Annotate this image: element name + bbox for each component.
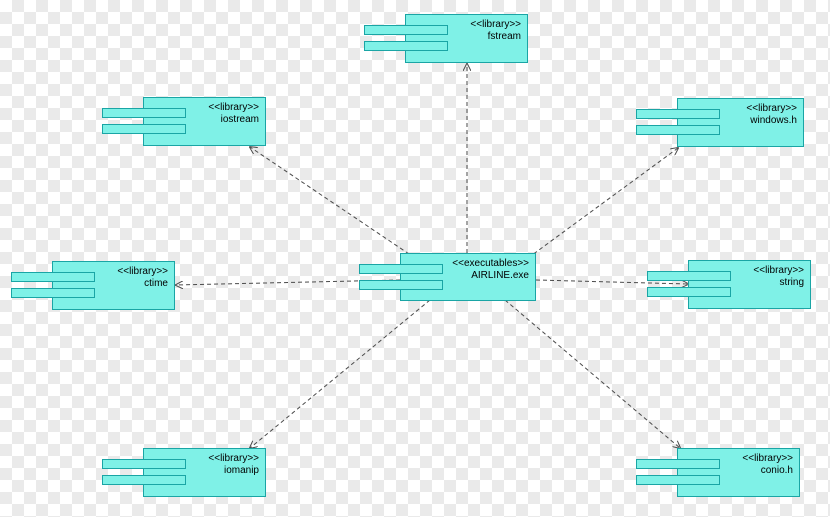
component-library-windowsh: <<library>> windows.h xyxy=(677,98,804,147)
edge-to-windowsh xyxy=(528,148,678,258)
component-name-label: ctime xyxy=(117,278,168,290)
component-library-fstream: <<library>> fstream xyxy=(405,14,528,63)
edge-to-iomanip xyxy=(250,300,430,448)
stereotype-label: <<library>> xyxy=(117,266,168,278)
component-library-ctime: <<library>> ctime xyxy=(52,261,175,310)
component-name-label: string xyxy=(753,277,804,289)
component-library-iostream: <<library>> iostream xyxy=(143,97,266,146)
stereotype-label: <<library>> xyxy=(746,103,797,115)
component-name-label: iomanip xyxy=(208,465,259,477)
component-name-label: conio.h xyxy=(742,465,793,477)
component-name-label: fstream xyxy=(470,31,521,43)
component-name-label: AIRLINE.exe xyxy=(452,270,529,282)
component-name-label: iostream xyxy=(208,114,259,126)
component-library-conioh: <<library>> conio.h xyxy=(677,448,800,497)
stereotype-label: <<library>> xyxy=(753,265,804,277)
stereotype-label: <<executables>> xyxy=(452,258,529,270)
component-library-string: <<library>> string xyxy=(688,260,811,309)
stereotype-label: <<library>> xyxy=(208,453,259,465)
component-executable-airline: <<executables>> AIRLINE.exe xyxy=(400,253,536,301)
stereotype-label: <<library>> xyxy=(470,19,521,31)
stereotype-label: <<library>> xyxy=(208,102,259,114)
edge-to-conioh xyxy=(505,300,680,448)
component-name-label: windows.h xyxy=(746,115,797,127)
diagram-canvas: <<executables>> AIRLINE.exe <<library>> … xyxy=(0,0,830,517)
component-library-iomanip: <<library>> iomanip xyxy=(143,448,266,497)
stereotype-label: <<library>> xyxy=(742,453,793,465)
edge-to-iostream xyxy=(250,147,415,258)
